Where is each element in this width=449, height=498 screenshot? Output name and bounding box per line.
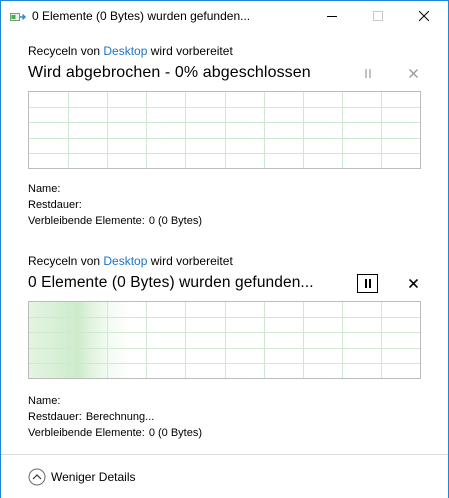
operation-header: Recyceln von Desktop wird vorbereitet — [28, 254, 233, 268]
operation-status: Wird abgebrochen - 0% abgeschlossen — [28, 64, 311, 81]
cancel-icon — [409, 279, 418, 288]
throughput-graph — [28, 301, 421, 379]
name-label: Name: — [28, 183, 61, 195]
operation-status: 0 Elemente (0 Bytes) wurden gefunden... — [28, 274, 314, 291]
maximize-button[interactable] — [355, 1, 401, 31]
pause-button[interactable] — [357, 64, 378, 83]
destination-link[interactable]: Desktop — [103, 254, 147, 268]
maximize-icon — [373, 11, 383, 21]
fewer-details-label: Weniger Details — [51, 470, 136, 484]
pause-icon — [364, 69, 371, 78]
remaining-items-label: Verbleibende Elemente: — [28, 215, 145, 227]
remaining-items-value: 0 (0 Bytes) — [148, 215, 202, 227]
remaining-items-value: 0 (0 Bytes) — [148, 427, 202, 439]
operation-details: Name: Restdauer: Berechnung... Verbleiben… — [28, 393, 202, 441]
remaining-time-label: Restdauer: — [28, 411, 82, 423]
fewer-details-button[interactable]: Weniger Details — [28, 467, 135, 487]
operation-header-prefix: Recyceln von — [28, 44, 104, 58]
window-title: 0 Elemente (0 Bytes) wurden gefunden... — [32, 9, 251, 23]
operation-header-suffix: wird vorbereitet — [147, 254, 233, 268]
copy-progress-icon — [10, 10, 26, 22]
name-label: Name: — [28, 395, 61, 407]
operation-header-suffix: wird vorbereitet — [147, 44, 233, 58]
remaining-time-label: Restdauer: — [28, 199, 82, 211]
operation-details: Name: Restdauer: Verbleibende Elemente: 0… — [28, 181, 202, 229]
destination-link[interactable]: Desktop — [103, 44, 147, 58]
minimize-button[interactable] — [309, 1, 355, 31]
operation-header-prefix: Recyceln von — [28, 254, 104, 268]
close-icon — [419, 11, 429, 21]
copy-dialog-window: 0 Elemente (0 Bytes) wurden gefunden... … — [0, 0, 449, 498]
chevron-up-circle-icon — [28, 468, 46, 486]
pause-button[interactable] — [357, 274, 378, 293]
graph-grid — [29, 92, 420, 168]
dialog-footer: Weniger Details — [1, 454, 448, 498]
scanning-highlight — [29, 302, 139, 378]
graph-area — [29, 302, 420, 378]
close-button[interactable] — [401, 1, 447, 31]
cancel-button[interactable] — [403, 64, 424, 83]
remaining-time-value: Berechnung... — [85, 411, 155, 423]
remaining-items-label: Verbleibende Elemente: — [28, 427, 145, 439]
cancel-icon — [409, 69, 418, 78]
title-bar[interactable]: 0 Elemente (0 Bytes) wurden gefunden... — [1, 1, 448, 31]
minimize-icon — [327, 16, 337, 17]
pause-icon — [364, 279, 371, 288]
throughput-graph — [28, 91, 421, 169]
operation-header: Recyceln von Desktop wird vorbereitet — [28, 44, 233, 58]
cancel-button[interactable] — [403, 274, 424, 293]
